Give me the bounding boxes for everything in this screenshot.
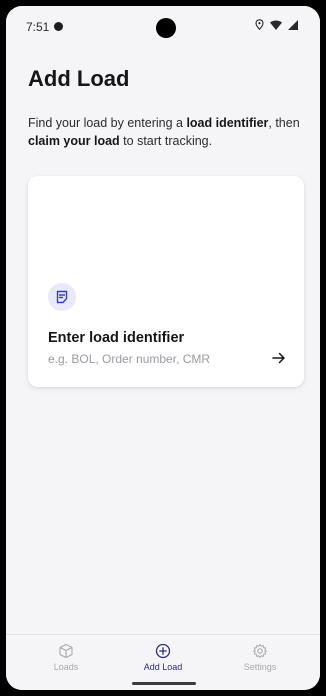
intro-bold-load-identifier: load identifier — [186, 116, 269, 130]
phone-screen: 7:51 Add Load Find your load by entering… — [6, 6, 320, 690]
location-icon — [255, 19, 264, 30]
nav-label-add-load: Add Load — [143, 662, 183, 672]
box-icon — [59, 643, 73, 659]
status-bar: 7:51 — [6, 6, 320, 46]
status-icons — [255, 19, 298, 30]
nav-label-settings: Settings — [243, 662, 277, 672]
card-title: Enter load identifier — [48, 330, 185, 346]
intro-text-part: to start tracking. — [119, 134, 213, 148]
card-subtitle: e.g. BOL, Order number, CMR — [48, 352, 211, 366]
card-icon-chip — [48, 283, 76, 311]
page-title: Add Load — [28, 66, 130, 91]
status-time: 7:51 — [26, 20, 50, 34]
arrow-right-icon[interactable] — [272, 352, 286, 364]
note-icon — [56, 290, 68, 304]
signal-icon — [288, 19, 298, 30]
nav-item-settings[interactable]: Settings — [220, 643, 300, 672]
nav-label-loads: Loads — [53, 662, 79, 672]
nav-item-loads[interactable]: Loads — [26, 643, 106, 672]
wifi-icon — [270, 20, 282, 30]
camera-cutout — [156, 18, 176, 38]
plus-circle-icon — [155, 643, 171, 659]
intro-bold-claim-load: claim your load — [28, 134, 120, 148]
nav-item-add-load[interactable]: Add Load — [123, 643, 203, 672]
intro-text: Find your load by entering a load identi… — [28, 114, 306, 150]
intro-text-part: Find your load by entering a — [28, 116, 187, 130]
enter-load-identifier-card[interactable]: Enter load identifier e.g. BOL, Order nu… — [28, 176, 304, 387]
gear-icon — [253, 644, 267, 658]
notification-dot-icon — [54, 22, 63, 31]
home-indicator[interactable] — [132, 682, 196, 685]
intro-text-part: , then — [268, 116, 300, 130]
